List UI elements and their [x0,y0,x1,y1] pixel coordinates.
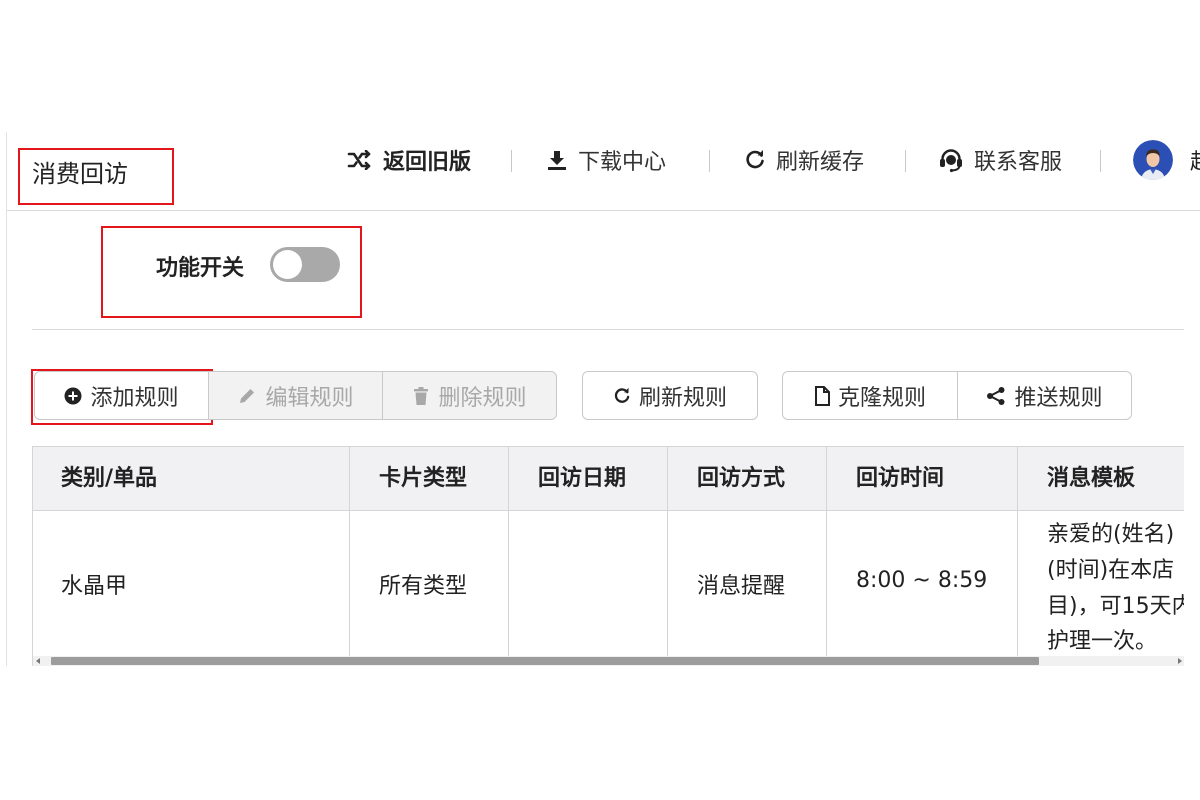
column-header-category[interactable]: 类别/单品 [61,447,157,511]
column-header-message-template[interactable]: 消息模板 [1047,447,1135,511]
refresh-cache-label: 刷新缓存 [776,150,865,175]
nav-separator [511,150,512,172]
column-divider [667,446,668,656]
cell-visit-method: 消息提醒 [697,574,786,599]
push-rule-label: 推送规则 [1014,385,1103,411]
scroll-right-arrow[interactable] [1178,658,1182,664]
column-header-visit-date[interactable]: 回访日期 [538,447,626,511]
delete-rule-label: 删除规则 [438,385,527,411]
old-version-link[interactable]: 返回旧版 [347,144,471,176]
refresh-rule-button[interactable]: 刷新规则 [582,371,758,420]
column-divider [1017,446,1018,656]
refresh-icon [744,149,766,171]
cell-message-line: 亲爱的(姓名) [1047,522,1175,547]
download-center-link[interactable]: 下载中心 [546,144,666,176]
cell-message-line: 目)，可15天内 [1047,594,1184,619]
share-icon [986,386,1014,406]
trash-icon [412,386,438,406]
download-icon [546,149,568,171]
column-header-visit-time[interactable]: 回访时间 [856,447,944,511]
toggle-knob [273,250,302,279]
rules-table: 类别/单品 卡片类型 回访日期 回访方式 回访时间 消息模板 水晶甲 所有类型 … [32,446,1184,666]
app-window: 消费回访 返回旧版 下载中心 刷新缓存 联系客服 功能开关 添加规则 编辑规则 … [0,0,1200,800]
cell-message-line: 护理一次。 [1047,629,1158,654]
pencil-icon [237,386,265,406]
clone-rule-button[interactable]: 克隆规则 [782,371,958,420]
nav-separator [905,150,906,172]
clone-rule-label: 克隆规则 [837,385,926,411]
table-header-row: 类别/单品 卡片类型 回访日期 回访方式 回访时间 消息模板 [33,446,1184,511]
avatar[interactable] [1133,140,1173,180]
nav-separator [1100,150,1101,172]
horizontal-scrollbar[interactable] [33,656,1184,666]
cell-card-type: 所有类型 [379,574,468,599]
add-rule-button[interactable]: 添加规则 [34,371,209,420]
refresh-icon [613,387,639,405]
column-header-card-type[interactable]: 卡片类型 [379,447,467,511]
push-rule-button[interactable]: 推送规则 [957,371,1132,420]
download-center-label: 下载中心 [578,150,667,175]
add-rule-label: 添加规则 [90,385,179,411]
cell-message-line: (时间)在本店 [1047,558,1175,583]
contact-support-label: 联系客服 [974,150,1063,175]
refresh-rule-label: 刷新规则 [638,385,727,411]
cell-category: 水晶甲 [61,574,128,599]
feature-switch-label: 功能开关 [156,256,245,281]
column-divider [826,446,827,656]
column-header-visit-method[interactable]: 回访方式 [697,447,785,511]
left-border [6,132,7,666]
user-name[interactable]: 赵 [1190,144,1200,176]
shuffle-icon [347,150,373,170]
refresh-cache-link[interactable]: 刷新缓存 [744,144,864,176]
cell-visit-time: 8:00 ~ 8:59 [856,568,988,593]
section-divider [32,329,1184,330]
contact-support-link[interactable]: 联系客服 [938,144,1062,176]
old-version-label: 返回旧版 [383,150,472,175]
feature-switch-toggle[interactable] [270,247,340,282]
nav-separator [709,150,710,172]
headset-icon [938,147,964,173]
scroll-thumb[interactable] [51,657,1039,665]
scroll-left-arrow[interactable] [36,658,40,664]
highlight-box [18,148,174,205]
top-header: 消费回访 返回旧版 下载中心 刷新缓存 联系客服 [7,132,1200,211]
column-divider [508,446,509,656]
copy-icon [814,385,838,406]
column-divider [349,446,350,656]
edit-rule-label: 编辑规则 [265,385,354,411]
edit-rule-button[interactable]: 编辑规则 [208,371,383,420]
plus-circle-icon [64,387,90,405]
delete-rule-button[interactable]: 删除规则 [382,371,557,420]
